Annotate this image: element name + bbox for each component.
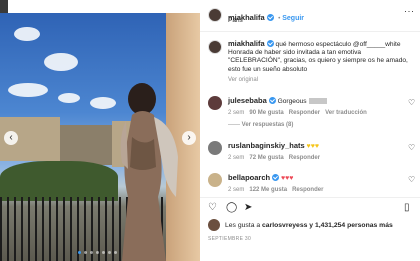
see-translation-link[interactable]: Ver traducción <box>325 110 367 116</box>
emoji-hearts: ♥♥♥ <box>280 175 294 182</box>
trees <box>0 161 118 201</box>
verified-icon <box>268 97 276 104</box>
post-actions: ♡ ◯ ➤ ▯ <box>200 197 420 213</box>
carousel-dot <box>114 251 117 254</box>
carousel-dot <box>102 251 105 254</box>
person-figure <box>120 83 178 261</box>
like-comment-icon[interactable]: ♡ <box>408 98 415 107</box>
like-comment-icon[interactable]: ♡ <box>408 175 415 184</box>
replies-divider: —— <box>228 122 242 129</box>
comment: bellapoarch ♥♥♥ 2 sem 122 Me gusta Respo… <box>228 173 398 193</box>
follow-button[interactable]: Seguir <box>282 15 304 22</box>
post-photo[interactable]: ‹ › <box>0 13 200 261</box>
comment-username[interactable]: bellapoarch <box>228 173 270 182</box>
avatar[interactable] <box>208 8 222 22</box>
caption-avatar[interactable] <box>208 40 222 54</box>
reply-button[interactable]: Responder <box>289 110 320 116</box>
comment-time[interactable]: 2 sem <box>228 110 244 116</box>
next-photo-button[interactable]: › <box>182 131 196 145</box>
instagram-post-window: ‹ › miakhalifa • Seguir Paris ··· miakha… <box>0 0 420 261</box>
comment-avatar[interactable] <box>208 96 222 110</box>
comment-likes[interactable]: 90 Me gusta <box>249 110 283 116</box>
post-details-pane: miakhalifa • Seguir Paris ··· miakhalifa… <box>200 0 420 261</box>
comment-text: Gorgeous <box>277 98 307 105</box>
see-original-link[interactable]: Ver original <box>228 77 414 83</box>
comment: julesebaba Gorgeous 2 sem 90 Me gusta Re… <box>228 96 398 129</box>
more-horizontal-icon[interactable]: ··· <box>404 6 415 16</box>
reply-button[interactable]: Responder <box>289 155 320 161</box>
emoji-hearts: ♥♥♥ <box>306 143 320 150</box>
verified-icon <box>272 174 280 181</box>
like-icon[interactable]: ♡ <box>208 203 217 213</box>
carousel-dot <box>96 251 99 254</box>
cloud <box>58 93 80 103</box>
bookmark-icon[interactable]: ▯ <box>404 203 410 213</box>
caption-username[interactable]: miakhalifa <box>228 39 265 48</box>
comment: ruslanbaginskiy_hats ♥♥♥ 2 sem 72 Me gus… <box>228 141 398 161</box>
post-header: miakhalifa • Seguir Paris ··· <box>200 0 420 32</box>
caption: miakhalifa qué hermoso espectáculo @off_… <box>228 39 414 83</box>
cloud <box>8 83 48 97</box>
liker-username[interactable]: carlosvreyess <box>262 222 307 229</box>
cloud <box>44 53 78 71</box>
comment-avatar[interactable] <box>208 173 222 187</box>
comment-icon[interactable]: ◯ <box>226 203 237 213</box>
verified-icon <box>266 40 274 47</box>
reply-button[interactable]: Responder <box>292 187 323 193</box>
comment-likes[interactable]: 122 Me gusta <box>249 187 287 193</box>
comment-time[interactable]: 2 sem <box>228 155 244 161</box>
comment-likes[interactable]: 72 Me gusta <box>249 155 283 161</box>
prev-photo-button[interactable]: ‹ <box>4 131 18 145</box>
likes-count[interactable]: y 1,431,254 personas más <box>307 222 393 229</box>
carousel-dot <box>90 251 93 254</box>
comment-time[interactable]: 2 sem <box>228 187 244 193</box>
cloud <box>14 27 40 41</box>
likes-summary: Les gusta a carlosvreyess y 1,431,254 pe… <box>225 222 393 229</box>
carousel-dots <box>78 251 117 254</box>
share-icon[interactable]: ➤ <box>244 203 252 213</box>
post-location[interactable]: Paris <box>228 17 243 24</box>
carousel-dot <box>84 251 87 254</box>
emoji-placeholder <box>308 98 327 104</box>
like-comment-icon[interactable]: ♡ <box>408 143 415 152</box>
verified-icon <box>266 14 274 21</box>
post-date[interactable]: SEPTIEMBRE 30 <box>208 236 251 242</box>
comment-username[interactable]: julesebaba <box>228 96 267 105</box>
carousel-dot <box>108 251 111 254</box>
likes-prefix: Les gusta a <box>225 222 263 229</box>
comment-avatar[interactable] <box>208 141 222 155</box>
liker-avatar[interactable] <box>208 219 220 231</box>
comment-username[interactable]: ruslanbaginskiy_hats <box>228 141 305 150</box>
carousel-dot <box>78 251 81 254</box>
view-replies-button[interactable]: Ver respuestas (8) <box>242 122 294 128</box>
